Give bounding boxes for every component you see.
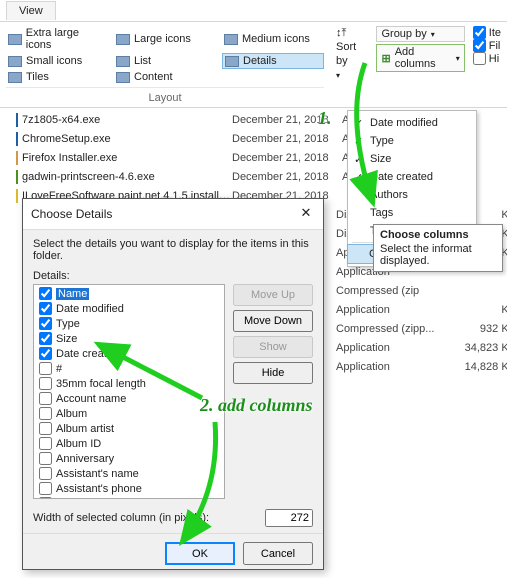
add-columns-button[interactable]: ⊞ Add columns▾ [376, 44, 464, 72]
layout-option[interactable]: Tiles [6, 70, 108, 84]
detail-checkbox[interactable] [39, 392, 52, 405]
cancel-button[interactable]: Cancel [243, 542, 313, 565]
detail-item[interactable]: Assistant's name [35, 466, 223, 481]
details-label: Details: [33, 270, 313, 282]
detail-item[interactable]: Album [35, 406, 223, 421]
detail-checkbox[interactable] [39, 302, 52, 315]
detail-item[interactable]: Size [35, 331, 223, 346]
detail-checkbox[interactable] [39, 452, 52, 465]
chk-hi[interactable]: Hi [473, 52, 501, 65]
detail-checkbox[interactable] [39, 317, 52, 330]
column-menu-item[interactable]: Date created [348, 168, 476, 186]
detail-item[interactable]: Album ID [35, 436, 223, 451]
detail-item[interactable]: Date created [35, 346, 223, 361]
column-menu-item[interactable]: Tags [348, 204, 476, 222]
choose-details-dialog: Choose Details ✕ Select the details you … [22, 198, 324, 570]
detail-checkbox[interactable] [39, 362, 52, 375]
detail-item[interactable]: Account name [35, 391, 223, 406]
layout-option[interactable]: Details [222, 53, 324, 69]
layout-option[interactable]: Content [114, 70, 216, 84]
layout-option[interactable]: List [114, 53, 216, 69]
tooltip-choose-columns: Choose columns Select the informat displ… [373, 224, 503, 272]
detail-checkbox[interactable] [39, 422, 52, 435]
detail-item[interactable]: 35mm focal length [35, 376, 223, 391]
detail-checkbox[interactable] [39, 437, 52, 450]
dialog-instruction: Select the details you want to display f… [33, 238, 313, 262]
layout-option[interactable]: Large icons [114, 26, 216, 52]
width-input[interactable] [265, 509, 313, 527]
detail-item[interactable]: Type [35, 316, 223, 331]
ribbon-right: ↕⤒ Sort by ▾ Group by▾ ⊞ Add columns▾ It… [330, 22, 507, 107]
chk-item[interactable]: Ite [473, 26, 501, 39]
details-list[interactable]: NameDate modifiedTypeSizeDate created#35… [33, 284, 225, 499]
close-icon[interactable]: ✕ [297, 205, 315, 223]
layout-option[interactable]: Extra large icons [6, 26, 108, 52]
detail-item[interactable]: Date modified [35, 301, 223, 316]
tab-strip: View [0, 0, 507, 22]
column-menu-item[interactable]: Authors [348, 186, 476, 204]
layout-panel: Extra large iconsLarge iconsMedium icons… [0, 22, 330, 107]
column-menu-item[interactable]: Size [348, 150, 476, 168]
tab-view[interactable]: View [6, 1, 56, 20]
hide-button[interactable]: Hide [233, 362, 313, 384]
detail-item[interactable]: Name [35, 286, 223, 301]
sort-by[interactable]: ↕⤒ Sort by ▾ [336, 26, 368, 103]
ok-button[interactable]: OK [165, 542, 235, 565]
detail-checkbox[interactable] [39, 482, 52, 495]
column-menu-item[interactable]: Date modified [348, 114, 476, 132]
detail-checkbox[interactable] [39, 347, 52, 360]
detail-checkbox[interactable] [39, 377, 52, 390]
detail-checkbox[interactable] [39, 467, 52, 480]
column-menu-item[interactable]: Type [348, 132, 476, 150]
detail-checkbox[interactable] [39, 332, 52, 345]
move-up-button[interactable]: Move Up [233, 284, 313, 306]
dialog-title: Choose Details [31, 207, 112, 221]
show-button[interactable]: Show [233, 336, 313, 358]
layout-label: Layout [6, 87, 324, 107]
layout-option[interactable]: Medium icons [222, 26, 324, 52]
detail-checkbox[interactable] [39, 407, 52, 420]
chk-fil[interactable]: Fil [473, 39, 501, 52]
width-label: Width of selected column (in pixels): [33, 512, 209, 524]
ribbon: Extra large iconsLarge iconsMedium icons… [0, 22, 507, 108]
detail-item[interactable]: Assistant's phone [35, 481, 223, 496]
detail-checkbox[interactable] [39, 287, 52, 300]
detail-item[interactable]: # [35, 361, 223, 376]
detail-item[interactable]: Anniversary [35, 451, 223, 466]
detail-checkbox[interactable] [39, 497, 52, 499]
detail-item[interactable]: Attachments [35, 496, 223, 499]
layout-option[interactable]: Small icons [6, 53, 108, 69]
group-by-button[interactable]: Group by▾ [376, 26, 464, 42]
detail-item[interactable]: Album artist [35, 421, 223, 436]
move-down-button[interactable]: Move Down [233, 310, 313, 332]
